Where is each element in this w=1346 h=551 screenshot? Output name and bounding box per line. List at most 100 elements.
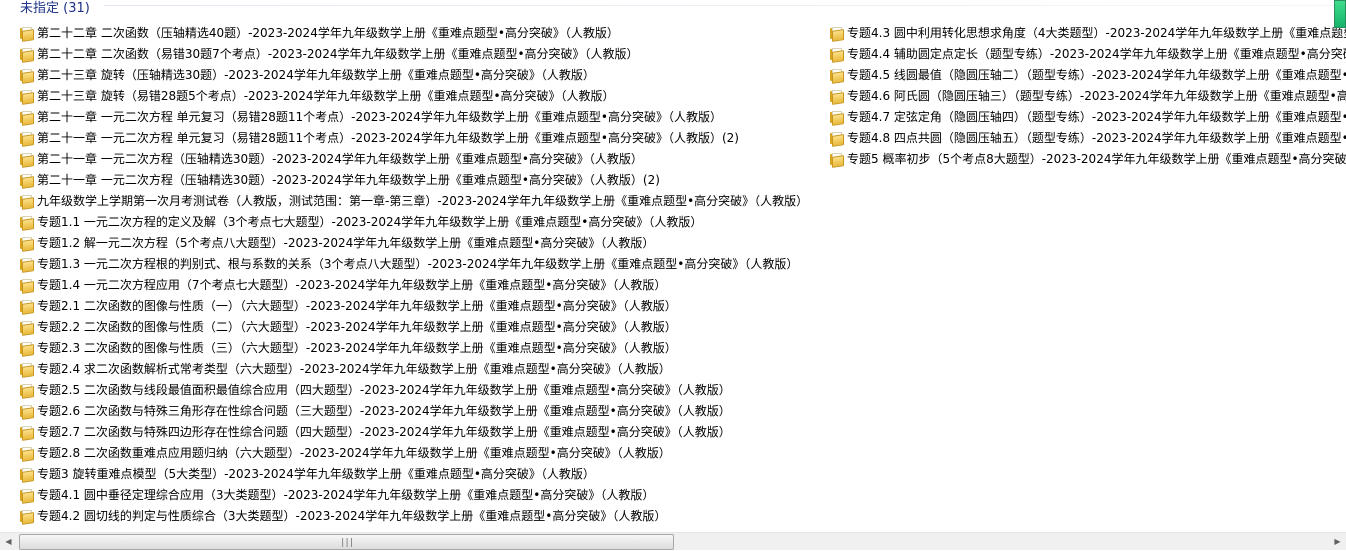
folder-item[interactable]: 专题4.6 阿氏圆（隐圆压轴三）（题型专练）-2023-2024学年九年级数学上…	[829, 85, 1346, 106]
folder-item[interactable]: 专题2.8 二次函数重难点应用题归纳（六大题型）-2023-2024学年九年级数…	[19, 442, 819, 463]
folder-icon	[19, 47, 34, 63]
folder-item[interactable]: 专题1.3 一元二次方程根的判别式、根与系数的关系（3个考点八大题型）-2023…	[19, 253, 819, 274]
folder-item-label: 专题2.8 二次函数重难点应用题归纳（六大题型）-2023-2024学年九年级数…	[37, 446, 671, 460]
folder-item-label: 专题2.7 二次函数与特殊四边形存在性综合问题（四大题型）-2023-2024学…	[37, 425, 731, 439]
folder-item[interactable]: 第二十三章 旋转（易错28题5个考点）-2023-2024学年九年级数学上册《重…	[19, 85, 819, 106]
folder-item-label: 专题4.5 线圆最值（隐圆压轴二）（题型专练）-2023-2024学年九年级数学…	[847, 68, 1346, 82]
folder-item-label: 专题4.8 四点共圆（隐圆压轴五）（题型专练）-2023-2024学年九年级数学…	[847, 131, 1346, 145]
folder-item[interactable]: 第二十二章 二次函数（压轴精选40题）-2023-2024学年九年级数学上册《重…	[19, 22, 819, 43]
file-explorer-list-view: 未指定 (31) 第二十二章 二次函数（压轴精选40题）-2023-2024学年…	[0, 0, 1346, 551]
folder-item-label: 专题1.3 一元二次方程根的判别式、根与系数的关系（3个考点八大题型）-2023…	[37, 257, 799, 271]
folder-item[interactable]: 第二十一章 一元二次方程（压轴精选30题）-2023-2024学年九年级数学上册…	[19, 148, 819, 169]
folder-item[interactable]: 专题4.2 圆切线的判定与性质综合（3大类题型）-2023-2024学年九年级数…	[19, 505, 819, 526]
folder-item-label: 专题2.3 二次函数的图像与性质（三）（六大题型）-2023-2024学年九年级…	[37, 341, 677, 355]
folder-item-label: 第二十二章 二次函数（压轴精选40题）-2023-2024学年九年级数学上册《重…	[37, 26, 619, 40]
folder-icon	[829, 47, 844, 63]
folder-item[interactable]: 专题4.5 线圆最值（隐圆压轴二）（题型专练）-2023-2024学年九年级数学…	[829, 64, 1346, 85]
folder-item[interactable]: 专题1.1 一元二次方程的定义及解（3个考点七大题型）-2023-2024学年九…	[19, 211, 819, 232]
scrollbar-thumb[interactable]: |||	[19, 534, 674, 550]
folder-item-label: 专题4.4 辅助圆定点定长（题型专练）-2023-2024学年九年级数学上册《重…	[847, 47, 1346, 61]
folder-item[interactable]: 专题1.4 一元二次方程应用（7个考点七大题型）-2023-2024学年九年级数…	[19, 274, 819, 295]
scroll-right-button[interactable]: ▶	[1329, 533, 1346, 550]
folder-item-label: 专题2.1 二次函数的图像与性质（一）（六大题型）-2023-2024学年九年级…	[37, 299, 677, 313]
folder-item-label: 九年级数学上学期第一次月考测试卷（人教版，测试范围：第一章-第三章）-2023-…	[37, 194, 809, 208]
folder-item[interactable]: 专题4.3 圆中利用转化思想求角度（4大类题型）-2023-2024学年九年级数…	[829, 22, 1346, 43]
column-left: 第二十二章 二次函数（压轴精选40题）-2023-2024学年九年级数学上册《重…	[19, 22, 819, 526]
folder-icon	[19, 320, 34, 336]
folder-icon	[19, 425, 34, 441]
folder-icon	[829, 110, 844, 126]
folder-item-label: 专题1.1 一元二次方程的定义及解（3个考点七大题型）-2023-2024学年九…	[37, 215, 703, 229]
folder-item[interactable]: 专题4.7 定弦定角（隐圆压轴四）（题型专练）-2023-2024学年九年级数学…	[829, 106, 1346, 127]
folder-icon	[19, 173, 34, 189]
folder-item-label: 专题4.6 阿氏圆（隐圆压轴三）（题型专练）-2023-2024学年九年级数学上…	[847, 89, 1346, 103]
overlay-indicator	[1334, 0, 1346, 28]
folder-item[interactable]: 第二十一章 一元二次方程 单元复习（易错28题11个考点）-2023-2024学…	[19, 106, 819, 127]
group-header[interactable]: 未指定 (31)	[0, 0, 90, 16]
folder-item-label: 第二十三章 旋转（压轴精选30题）-2023-2024学年九年级数学上册《重难点…	[37, 68, 595, 82]
folder-item[interactable]: 专题2.4 求二次函数解析式常考类型（六大题型）-2023-2024学年九年级数…	[19, 358, 819, 379]
group-divider	[104, 5, 1334, 6]
folder-item[interactable]: 第二十二章 二次函数（易错30题7个考点）-2023-2024学年九年级数学上册…	[19, 43, 819, 64]
folder-item[interactable]: 专题3 旋转重难点模型（5大类型）-2023-2024学年九年级数学上册《重难点…	[19, 463, 819, 484]
folder-item-label: 第二十一章 一元二次方程（压轴精选30题）-2023-2024学年九年级数学上册…	[37, 152, 643, 166]
folder-item[interactable]: 专题4.4 辅助圆定点定长（题型专练）-2023-2024学年九年级数学上册《重…	[829, 43, 1346, 64]
folder-icon	[19, 467, 34, 483]
folder-icon	[19, 215, 34, 231]
folder-item-label: 专题2.6 二次函数与特殊三角形存在性综合问题（三大题型）-2023-2024学…	[37, 404, 731, 418]
folder-icon	[19, 383, 34, 399]
folder-icon	[829, 68, 844, 84]
folder-item[interactable]: 专题1.2 解一元二次方程（5个考点八大题型）-2023-2024学年九年级数学…	[19, 232, 819, 253]
folder-item-label: 第二十二章 二次函数（易错30题7个考点）-2023-2024学年九年级数学上册…	[37, 47, 639, 61]
folder-item[interactable]: 专题2.1 二次函数的图像与性质（一）（六大题型）-2023-2024学年九年级…	[19, 295, 819, 316]
folder-icon	[19, 362, 34, 378]
folder-icon	[19, 131, 34, 147]
folder-icon	[19, 68, 34, 84]
folder-item[interactable]: 第二十一章 一元二次方程（压轴精选30题）-2023-2024学年九年级数学上册…	[19, 169, 819, 190]
folder-item-label: 专题1.4 一元二次方程应用（7个考点七大题型）-2023-2024学年九年级数…	[37, 278, 667, 292]
folder-icon	[19, 446, 34, 462]
folder-item-label: 专题2.2 二次函数的图像与性质（二）（六大题型）-2023-2024学年九年级…	[37, 320, 677, 334]
folder-item-label: 专题4.7 定弦定角（隐圆压轴四）（题型专练）-2023-2024学年九年级数学…	[847, 110, 1346, 124]
folder-icon	[19, 488, 34, 504]
folder-item[interactable]: 专题4.8 四点共圆（隐圆压轴五）（题型专练）-2023-2024学年九年级数学…	[829, 127, 1346, 148]
folder-icon	[829, 131, 844, 147]
folder-item[interactable]: 第二十三章 旋转（压轴精选30题）-2023-2024学年九年级数学上册《重难点…	[19, 64, 819, 85]
group-title[interactable]: 未指定 (31)	[0, 0, 90, 16]
folder-icon	[829, 89, 844, 105]
folder-item[interactable]: 专题2.6 二次函数与特殊三角形存在性综合问题（三大题型）-2023-2024学…	[19, 400, 819, 421]
folder-item-label: 第二十三章 旋转（易错28题5个考点）-2023-2024学年九年级数学上册《重…	[37, 89, 615, 103]
folder-icon	[19, 110, 34, 126]
folder-item-label: 第二十一章 一元二次方程（压轴精选30题）-2023-2024学年九年级数学上册…	[37, 173, 660, 187]
folder-item-label: 第二十一章 一元二次方程 单元复习（易错28题11个考点）-2023-2024学…	[37, 131, 739, 145]
horizontal-scrollbar[interactable]: ◀ ||| ▶	[0, 532, 1346, 550]
scroll-left-button[interactable]: ◀	[0, 533, 17, 550]
folder-item-label: 专题4.2 圆切线的判定与性质综合（3大类题型）-2023-2024学年九年级数…	[37, 509, 667, 523]
folder-item-label: 专题2.4 求二次函数解析式常考类型（六大题型）-2023-2024学年九年级数…	[37, 362, 671, 376]
folder-item-label: 专题1.2 解一元二次方程（5个考点八大题型）-2023-2024学年九年级数学…	[37, 236, 655, 250]
folder-icon	[19, 257, 34, 273]
folder-item[interactable]: 专题4.1 圆中垂径定理综合应用（3大类题型）-2023-2024学年九年级数学…	[19, 484, 819, 505]
folder-item[interactable]: 九年级数学上学期第一次月考测试卷（人教版，测试范围：第一章-第三章）-2023-…	[19, 190, 819, 211]
folder-icon	[19, 236, 34, 252]
folder-icon	[19, 299, 34, 315]
folder-icon	[19, 341, 34, 357]
column-right: 专题4.3 圆中利用转化思想求角度（4大类题型）-2023-2024学年九年级数…	[829, 22, 1346, 169]
folder-icon	[19, 278, 34, 294]
folder-icon	[19, 89, 34, 105]
folder-item-label: 专题3 旋转重难点模型（5大类型）-2023-2024学年九年级数学上册《重难点…	[37, 467, 595, 481]
folder-item-label: 专题5 概率初步（5个考点8大题型）-2023-2024学年九年级数学上册《重难…	[847, 152, 1346, 166]
folder-item[interactable]: 专题2.2 二次函数的图像与性质（二）（六大题型）-2023-2024学年九年级…	[19, 316, 819, 337]
folder-icon	[19, 194, 34, 210]
folder-icon	[829, 152, 844, 168]
folder-item[interactable]: 专题2.3 二次函数的图像与性质（三）（六大题型）-2023-2024学年九年级…	[19, 337, 819, 358]
folder-item[interactable]: 专题2.7 二次函数与特殊四边形存在性综合问题（四大题型）-2023-2024学…	[19, 421, 819, 442]
folder-icon	[19, 26, 34, 42]
folder-item-label: 第二十一章 一元二次方程 单元复习（易错28题11个考点）-2023-2024学…	[37, 110, 722, 124]
folder-icon	[19, 152, 34, 168]
folder-icon	[19, 404, 34, 420]
folder-item[interactable]: 专题5 概率初步（5个考点8大题型）-2023-2024学年九年级数学上册《重难…	[829, 148, 1346, 169]
folder-icon	[19, 509, 34, 525]
folder-item[interactable]: 专题2.5 二次函数与线段最值面积最值综合应用（四大题型）-2023-2024学…	[19, 379, 819, 400]
folder-item[interactable]: 第二十一章 一元二次方程 单元复习（易错28题11个考点）-2023-2024学…	[19, 127, 819, 148]
